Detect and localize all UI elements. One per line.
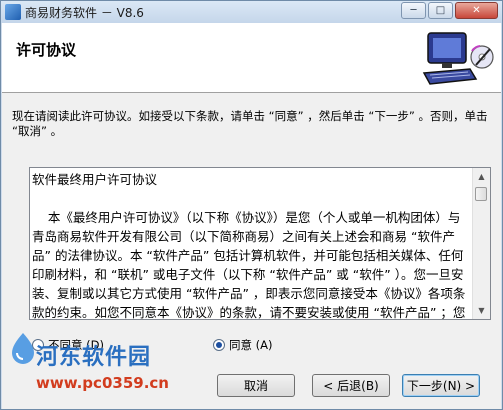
scroll-up-icon[interactable]: ▲ [473, 168, 490, 185]
watermark-site-name: 河东软件园 [36, 344, 152, 370]
title-bar[interactable]: 商易财务软件 － V8.6 ─ □ ✕ [1, 1, 502, 23]
watermark-logo-icon [8, 331, 38, 370]
agree-radio[interactable] [213, 339, 225, 351]
wizard-header: 许可协议 [2, 23, 501, 93]
agree-option[interactable]: 同意 (A) [213, 337, 273, 353]
cancel-button[interactable]: 取消 [217, 374, 295, 397]
next-button[interactable]: 下一步(N) > [402, 374, 480, 397]
window-title: 商易财务软件 － V8.6 [25, 6, 144, 20]
license-text: 软件最终用户许可协议 本《最终用户许可协议》（以下称《协议》）是您（个人或单一机… [32, 172, 466, 320]
agree-label: 同意 (A) [229, 338, 273, 352]
license-textarea[interactable]: 软件最终用户许可协议 本《最终用户许可协议》（以下称《协议》）是您（个人或单一机… [29, 167, 491, 320]
back-button[interactable]: < 后退(B) [312, 374, 390, 397]
watermark-url: www.pc0359.cn [36, 374, 169, 392]
intro-text: 现在请阅读此许可协议。如接受以下条款，请单击 “同意” ，然后单击 “下一步” … [12, 109, 488, 138]
computer-disk-icon [420, 29, 496, 92]
wizard-body: 现在请阅读此许可协议。如接受以下条款，请单击 “同意” ，然后单击 “下一步” … [2, 93, 501, 409]
installer-window: 商易财务软件 － V8.6 ─ □ ✕ 许可协议 现在请阅读此许可协议。如接受以… [0, 0, 503, 410]
minimize-icon: ─ [410, 5, 417, 16]
scroll-down-icon[interactable]: ▼ [473, 302, 490, 319]
radio-selected-dot [216, 342, 222, 348]
license-scrollbar[interactable]: ▲ ▼ [472, 168, 490, 319]
close-button[interactable]: ✕ [455, 2, 498, 19]
maximize-icon: □ [435, 5, 446, 16]
app-icon [5, 4, 21, 20]
scroll-thumb[interactable] [475, 187, 487, 201]
maximize-button[interactable]: □ [428, 2, 453, 19]
page-title: 许可协议 [16, 41, 77, 59]
minimize-button[interactable]: ─ [401, 2, 426, 19]
close-icon: ✕ [472, 5, 481, 16]
